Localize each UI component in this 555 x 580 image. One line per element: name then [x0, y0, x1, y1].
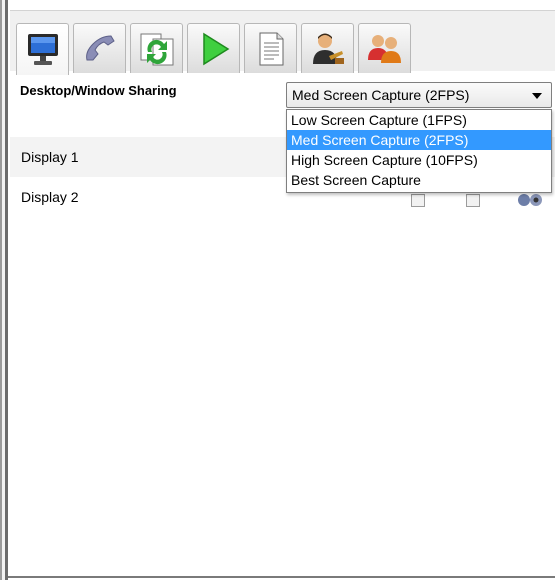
capture-quality-dropdown: Low Screen Capture (1FPS) Med Screen Cap… [286, 109, 552, 193]
tab-document[interactable] [244, 23, 297, 73]
window-left-border [0, 0, 8, 580]
play-icon [202, 32, 229, 65]
capture-option-low[interactable]: Low Screen Capture (1FPS) [287, 110, 551, 130]
display-2-label: Display 2 [21, 189, 79, 205]
tab-phone[interactable] [73, 23, 126, 73]
window-bottom-border [8, 576, 555, 578]
capture-quality-select[interactable]: Med Screen Capture (2FPS) [286, 82, 552, 108]
tab-presenter[interactable] [301, 23, 354, 73]
capture-option-med[interactable]: Med Screen Capture (2FPS) [287, 130, 551, 150]
tab-sync[interactable] [130, 23, 183, 73]
presenter-icon [312, 33, 344, 64]
tab-users[interactable] [358, 23, 411, 73]
capture-option-high[interactable]: High Screen Capture (10FPS) [287, 150, 551, 170]
tab-toolbar [10, 10, 555, 75]
phone-icon [85, 34, 115, 60]
capture-option-best[interactable]: Best Screen Capture [287, 170, 551, 190]
users-icon [367, 34, 401, 63]
display-2-checkbox-1[interactable] [411, 194, 425, 207]
camera-icon[interactable] [512, 191, 546, 207]
section-title: Desktop/Window Sharing [20, 83, 177, 98]
display-1-label: Display 1 [21, 149, 79, 165]
tab-play[interactable] [187, 23, 240, 73]
display-2-checkbox-2[interactable] [466, 194, 480, 207]
capture-quality-value: Med Screen Capture (2FPS) [292, 87, 470, 103]
document-icon [259, 32, 283, 65]
monitor-icon [27, 33, 58, 65]
chevron-down-icon [532, 93, 542, 99]
sync-icon [140, 33, 173, 65]
tab-desktop[interactable] [16, 23, 69, 75]
